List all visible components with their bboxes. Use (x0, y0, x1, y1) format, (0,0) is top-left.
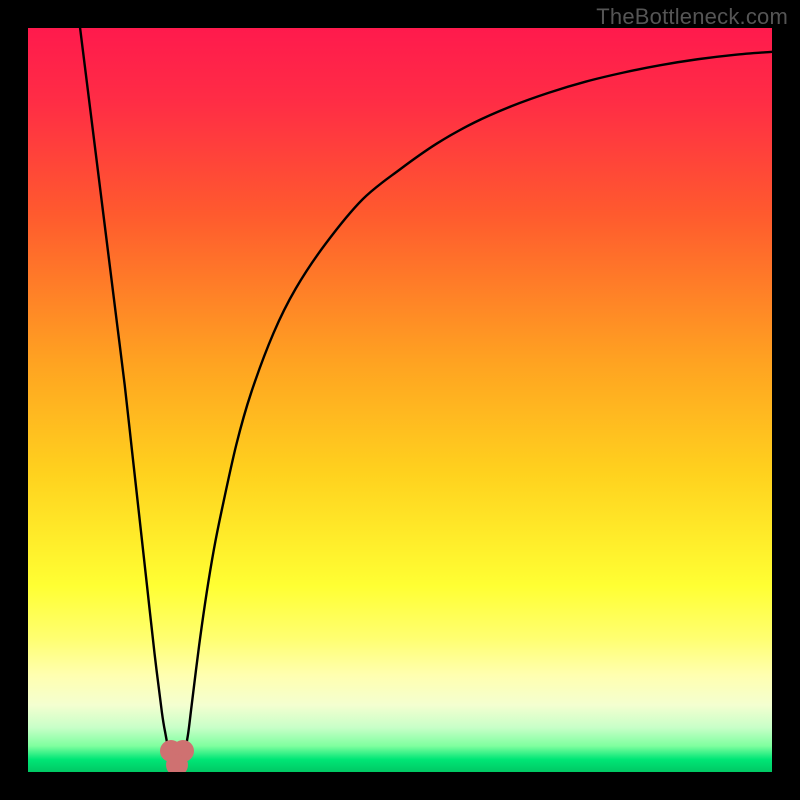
chart-frame: TheBottleneck.com (0, 0, 800, 800)
bottleneck-curve (28, 28, 772, 772)
highlight-dot (166, 754, 188, 772)
plot-area (28, 28, 772, 772)
watermark-text: TheBottleneck.com (596, 4, 788, 30)
